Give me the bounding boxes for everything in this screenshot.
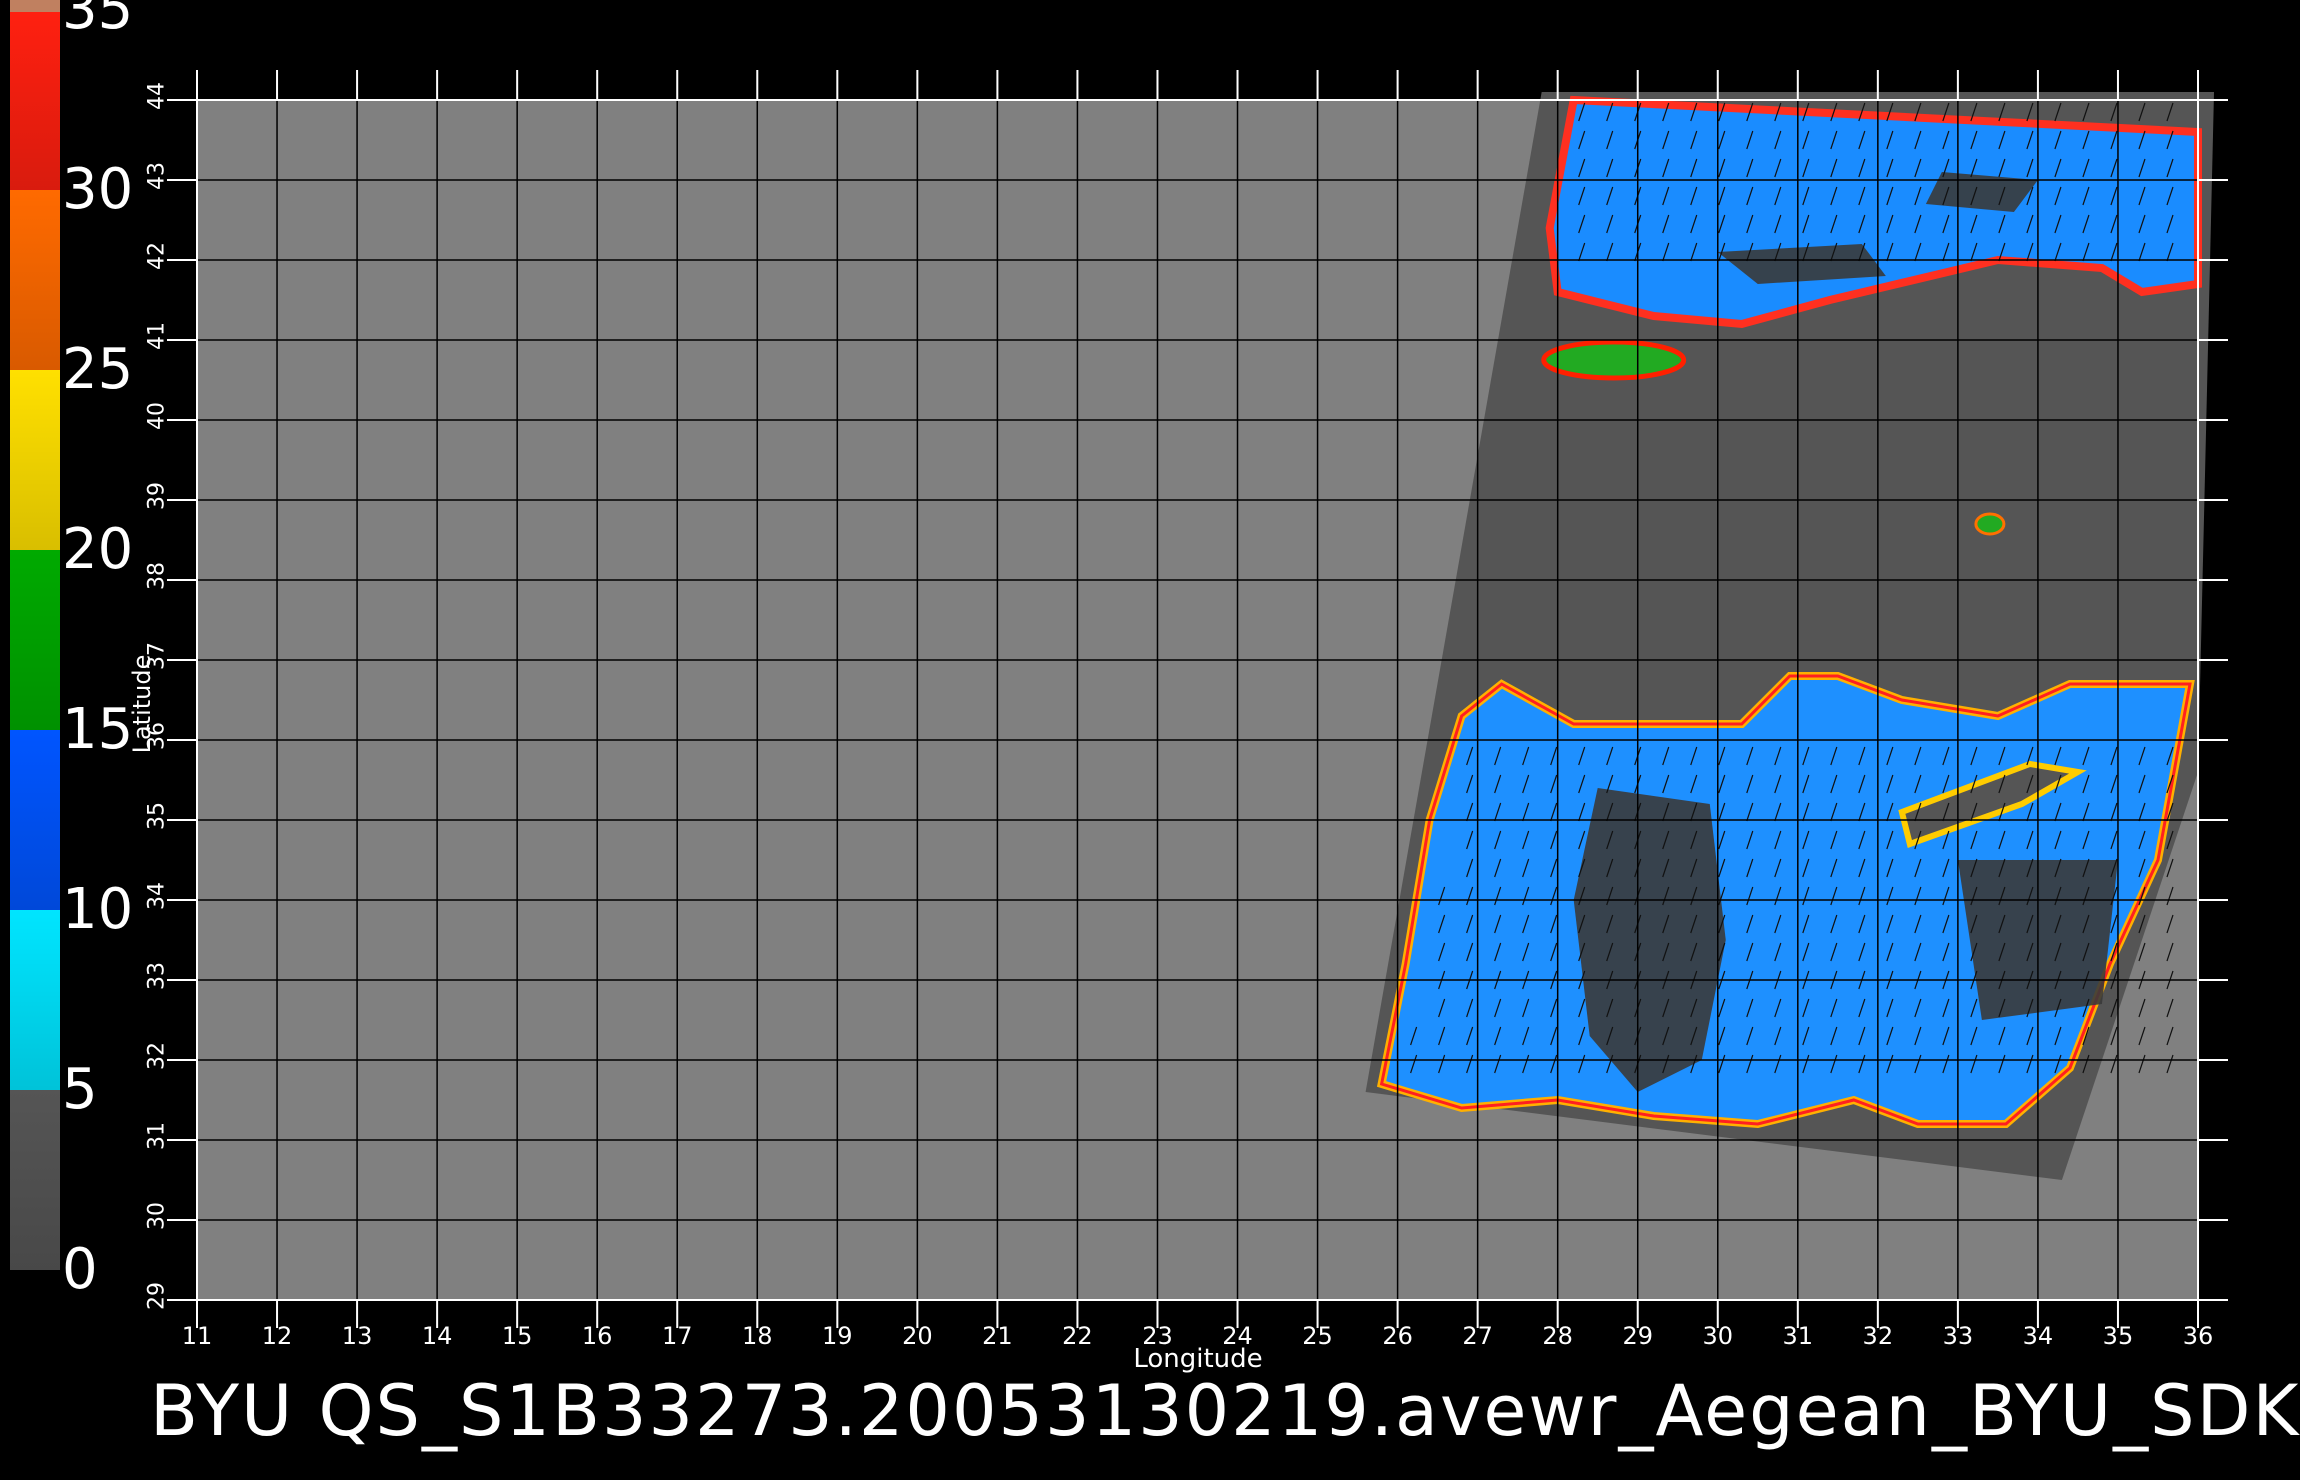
- longitude-tick-label: 27: [1462, 1322, 1493, 1350]
- small-lake-patch: [1974, 512, 2006, 536]
- colorbar-segment: [10, 10, 60, 190]
- colorbar-cap: [10, 0, 60, 12]
- longitude-tick-label: 21: [982, 1322, 1013, 1350]
- longitude-tick-label: 18: [741, 1322, 773, 1350]
- colorbar-segment: [10, 910, 60, 1090]
- longitude-tick-label: 36: [2182, 1322, 2214, 1350]
- latitude-tick-label: 33: [144, 962, 170, 990]
- latitude-tick-label: 39: [144, 482, 170, 510]
- longitude-tick-label: 34: [2022, 1322, 2054, 1350]
- latitude-tick-label: 35: [144, 802, 170, 830]
- longitude-tick-label: 30: [1702, 1322, 1734, 1350]
- longitude-tick-label: 26: [1382, 1322, 1413, 1350]
- longitude-tick-label: 15: [501, 1322, 533, 1350]
- map-figure: [0, 0, 2300, 1480]
- longitude-tick-label: 16: [581, 1322, 613, 1350]
- longitude-tick-label: 13: [341, 1322, 373, 1350]
- colorbar-label: 0: [62, 1237, 98, 1302]
- longitude-tick-label: 19: [822, 1322, 853, 1350]
- colorbar-label: 25: [62, 337, 134, 402]
- longitude-tick-label: 35: [2102, 1322, 2134, 1350]
- colorbar-label: 30: [62, 157, 134, 222]
- colorbar-segment: [10, 550, 60, 730]
- latitude-tick-label: 43: [144, 162, 170, 190]
- latitude-tick-label: 32: [144, 1042, 170, 1070]
- colorbar-label: 35: [62, 0, 134, 42]
- y-axis-label: Latitude: [128, 654, 156, 754]
- longitude-tick-label: 11: [181, 1322, 213, 1350]
- latitude-tick-label: 29: [144, 1282, 170, 1310]
- longitude-tick-label: 22: [1062, 1322, 1093, 1350]
- latitude-tick-label: 42: [144, 242, 170, 270]
- longitude-tick-label: 12: [261, 1322, 293, 1350]
- latitude-tick-label: 41: [144, 322, 170, 350]
- latitude-tick-label: 30: [144, 1202, 170, 1230]
- colorbar-segment: [10, 1090, 60, 1270]
- longitude-tick-label: 25: [1302, 1322, 1333, 1350]
- latitude-tick-label: 40: [144, 402, 170, 430]
- latitude-tick-label: 31: [144, 1122, 170, 1150]
- longitude-tick-label: 33: [1942, 1322, 1974, 1350]
- longitude-tick-label: 14: [421, 1322, 453, 1350]
- longitude-tick-label: 28: [1542, 1322, 1573, 1350]
- colorbar-segment: [10, 370, 60, 550]
- footer-title: BYU QS_S1B33273.20053130219.avewr_Aegean…: [150, 1370, 2300, 1452]
- latitude-tick-label: 34: [144, 882, 170, 910]
- longitude-tick-label: 20: [902, 1322, 933, 1350]
- colorbar-label: 20: [62, 517, 134, 582]
- colorbar-label: 10: [62, 877, 134, 942]
- colorbar-segment: [10, 190, 60, 370]
- longitude-tick-label: 17: [661, 1322, 693, 1350]
- colorbar-label: 15: [62, 697, 134, 762]
- colorbar-label: 5: [62, 1057, 98, 1122]
- latitude-tick-label: 44: [144, 82, 170, 110]
- longitude-tick-label: 32: [1862, 1322, 1894, 1350]
- longitude-tick-label: 31: [1782, 1322, 1814, 1350]
- latitude-tick-label: 38: [144, 562, 170, 590]
- marmara-sea-patch: [1541, 339, 1687, 381]
- longitude-tick-label: 29: [1622, 1322, 1653, 1350]
- colorbar-segment: [10, 730, 60, 910]
- map-plot: [10, 0, 2228, 1328]
